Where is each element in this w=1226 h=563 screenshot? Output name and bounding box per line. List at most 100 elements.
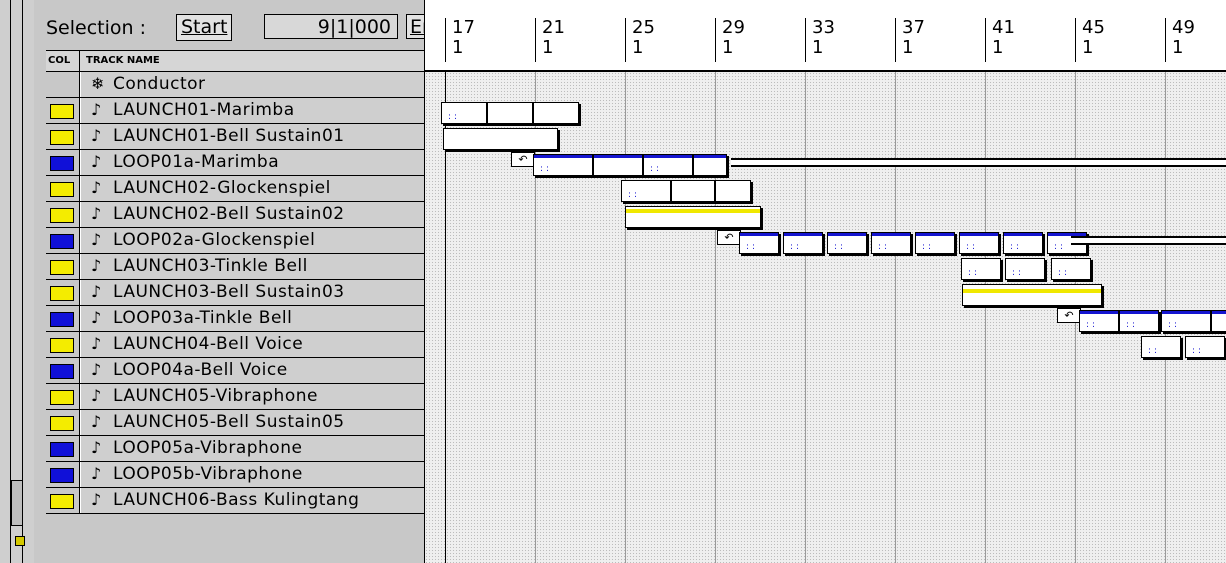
track-color-cell[interactable] [46,98,80,123]
midi-region[interactable] [487,102,533,124]
track-row[interactable]: ♪ LOOP01a-Marimba [46,150,424,176]
midi-region[interactable]: :: [915,232,955,254]
track-color-cell[interactable] [46,202,80,227]
loop-icon[interactable]: ↶ [511,152,535,167]
ruler-bar-marker[interactable]: 29 1 [715,18,745,62]
track-name-cell[interactable]: ♪ LAUNCH01-Marimba [80,98,424,123]
track-color-cell[interactable] [46,332,80,357]
track-name-cell[interactable]: ♪ LAUNCH02-Glockenspiel [80,176,424,201]
track-name-cell[interactable]: ♪ LOOP02a-Glockenspiel [80,228,424,253]
midi-region[interactable]: :: [739,232,779,254]
midi-region[interactable]: :: [1119,310,1159,332]
midi-region[interactable]: :: [827,232,867,254]
midi-region[interactable] [593,154,643,176]
loop-icon[interactable]: ↶ [717,230,741,245]
midi-region[interactable] [715,180,751,202]
track-color-swatch[interactable] [50,104,74,119]
midi-region[interactable] [1211,310,1226,332]
selection-start-button[interactable]: Start [176,14,233,41]
selection-start-value[interactable]: 9|1|000 [264,14,398,39]
midi-region[interactable] [533,102,579,124]
loop-extension[interactable] [731,158,1226,167]
midi-region[interactable]: :: [1051,258,1091,280]
track-color-swatch[interactable] [50,286,74,301]
track-name-cell[interactable]: ❄ Conductor [80,72,424,97]
midi-region[interactable]: :: [533,154,593,176]
track-color-swatch[interactable] [50,182,74,197]
track-color-cell[interactable] [46,124,80,149]
track-row[interactable]: ♪ LOOP04a-Bell Voice [46,358,424,384]
ruler-bar-marker[interactable]: 37 1 [895,18,925,62]
midi-region[interactable]: :: [961,258,1001,280]
track-name-cell[interactable]: ♪ LOOP05a-Vibraphone [80,436,424,461]
track-color-cell[interactable] [46,254,80,279]
midi-region[interactable] [671,180,715,202]
track-row[interactable]: ♪ LAUNCH06-Bass Kulingtang [46,488,424,514]
track-row[interactable]: ♪ LAUNCH02-Glockenspiel [46,176,424,202]
track-color-cell[interactable] [46,384,80,409]
track-row[interactable]: ♪ LAUNCH01-Bell Sustain01 [46,124,424,150]
track-color-cell[interactable] [46,410,80,435]
loop-extension[interactable] [1071,236,1226,245]
track-color-swatch[interactable] [50,156,74,171]
track-color-cell[interactable] [46,72,80,97]
track-name-cell[interactable]: ♪ LOOP03a-Tinkle Bell [80,306,424,331]
track-name-cell[interactable]: ♪ LOOP01a-Marimba [80,150,424,175]
bar-ruler[interactable]: 17 1 21 1 25 1 29 1 33 1 37 1 41 1 45 1 49 1 [425,0,1226,72]
track-color-cell[interactable] [46,462,80,487]
track-color-swatch[interactable] [50,234,74,249]
midi-region[interactable] [625,206,761,228]
track-color-cell[interactable] [46,358,80,383]
arrange-grid[interactable]: :: ↶:::::: ↶:::::::::::::::::::::: ↶:::::::… [425,72,1226,563]
midi-region[interactable]: :: [1141,336,1181,358]
midi-region[interactable]: :: [1161,310,1211,332]
ruler-bar-marker[interactable]: 41 1 [985,18,1015,62]
ruler-bar-marker[interactable]: 17 1 [445,18,475,62]
track-color-cell[interactable] [46,488,80,513]
midi-region[interactable]: :: [1079,310,1119,332]
track-name-cell[interactable]: ♪ LOOP05b-Vibraphone [80,462,424,487]
track-color-cell[interactable] [46,228,80,253]
track-color-swatch[interactable] [50,442,74,457]
track-color-swatch[interactable] [50,468,74,483]
midi-region[interactable]: :: [621,180,671,202]
track-row[interactable]: ♪ LOOP02a-Glockenspiel [46,228,424,254]
track-row[interactable]: ♪ LOOP03a-Tinkle Bell [46,306,424,332]
midi-region[interactable] [693,154,727,176]
track-color-swatch[interactable] [50,312,74,327]
track-color-swatch[interactable] [50,130,74,145]
selection-end-button[interactable]: Er [406,14,424,39]
track-name-cell[interactable]: ♪ LAUNCH02-Bell Sustain02 [80,202,424,227]
midi-region[interactable]: :: [959,232,999,254]
midi-region[interactable]: :: [643,154,693,176]
track-color-cell[interactable] [46,150,80,175]
track-color-cell[interactable] [46,176,80,201]
track-row[interactable]: ♪ LAUNCH04-Bell Voice [46,332,424,358]
track-name-cell[interactable]: ♪ LAUNCH03-Bell Sustain03 [80,280,424,305]
track-color-cell[interactable] [46,280,80,305]
midi-region[interactable]: :: [1003,232,1043,254]
track-color-swatch[interactable] [50,364,74,379]
ruler-bar-marker[interactable]: 45 1 [1075,18,1105,62]
midi-region[interactable] [962,284,1102,306]
track-name-cell[interactable]: ♪ LOOP04a-Bell Voice [80,358,424,383]
ruler-bar-marker[interactable]: 49 1 [1165,18,1195,62]
ruler-bar-marker[interactable]: 25 1 [625,18,655,62]
midi-region[interactable]: :: [871,232,911,254]
track-color-cell[interactable] [46,436,80,461]
ruler-bar-marker[interactable]: 33 1 [805,18,835,62]
midi-region[interactable]: :: [1005,258,1045,280]
midi-region[interactable] [443,128,558,150]
track-color-swatch[interactable] [50,416,74,431]
track-row[interactable]: ♪ LAUNCH05-Vibraphone [46,384,424,410]
track-name-cell[interactable]: ♪ LAUNCH04-Bell Voice [80,332,424,357]
track-row[interactable]: ♪ LAUNCH03-Tinkle Bell [46,254,424,280]
midi-region[interactable]: :: [441,102,487,124]
track-name-cell[interactable]: ♪ LAUNCH05-Vibraphone [80,384,424,409]
gutter-scroll-tab[interactable] [11,480,23,526]
track-name-cell[interactable]: ♪ LAUNCH01-Bell Sustain01 [80,124,424,149]
track-name-cell[interactable]: ♪ LAUNCH06-Bass Kulingtang [80,488,424,513]
loop-icon[interactable]: ↶ [1057,308,1081,323]
track-row[interactable]: ❄ Conductor [46,72,424,98]
track-row[interactable]: ♪ LAUNCH02-Bell Sustain02 [46,202,424,228]
